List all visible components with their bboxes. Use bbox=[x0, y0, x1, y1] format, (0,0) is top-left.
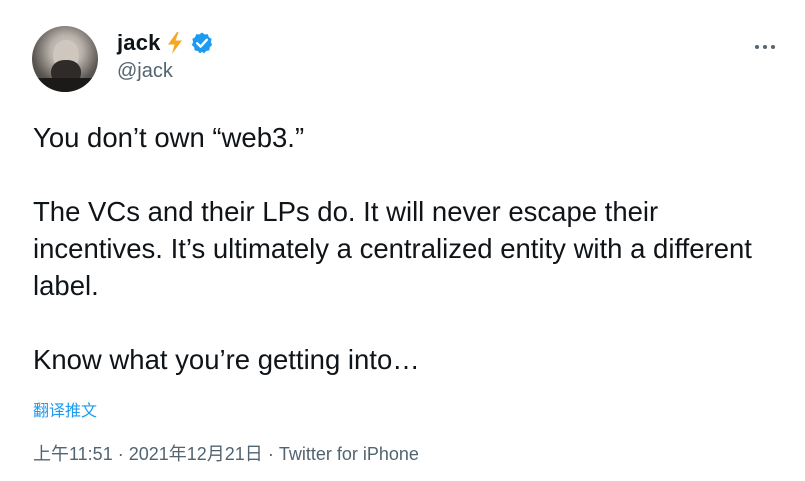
avatar-shirt bbox=[32, 78, 98, 92]
tweet-paragraph: You don’t own “web3.” bbox=[33, 122, 305, 153]
tweet-source[interactable]: Twitter for iPhone bbox=[279, 444, 419, 464]
more-options-icon bbox=[755, 45, 759, 49]
author-info: jack @jack bbox=[117, 28, 214, 83]
tweet-paragraph: The VCs and their LPs do. It will never … bbox=[33, 196, 752, 301]
lightning-bolt-icon bbox=[165, 31, 185, 55]
tweet-paragraph: Know what you’re getting into… bbox=[33, 344, 420, 375]
tweet-metadata: 上午11:51 · 2021年12月21日 · Twitter for iPhone bbox=[33, 440, 419, 466]
more-options-icon-dot bbox=[763, 45, 767, 49]
author-display-name[interactable]: jack bbox=[117, 30, 161, 56]
tweet-date[interactable]: 2021年12月21日 bbox=[129, 444, 263, 464]
tweet-text: You don’t own “web3.” The VCs and their … bbox=[33, 119, 773, 378]
author-name-row: jack bbox=[117, 28, 214, 58]
translate-tweet-link[interactable]: 翻译推文 bbox=[33, 397, 97, 421]
author-handle[interactable]: @jack bbox=[117, 60, 214, 83]
verified-badge-icon bbox=[190, 31, 214, 55]
meta-separator: · bbox=[117, 444, 124, 464]
meta-separator: · bbox=[267, 444, 274, 464]
more-options-button[interactable] bbox=[750, 36, 780, 58]
tweet-time[interactable]: 上午11:51 bbox=[33, 444, 113, 464]
avatar[interactable] bbox=[32, 26, 98, 92]
more-options-icon-dot bbox=[771, 45, 775, 49]
tweet-card: jack @jack You don’t own “web3.” The VCs… bbox=[0, 0, 805, 481]
